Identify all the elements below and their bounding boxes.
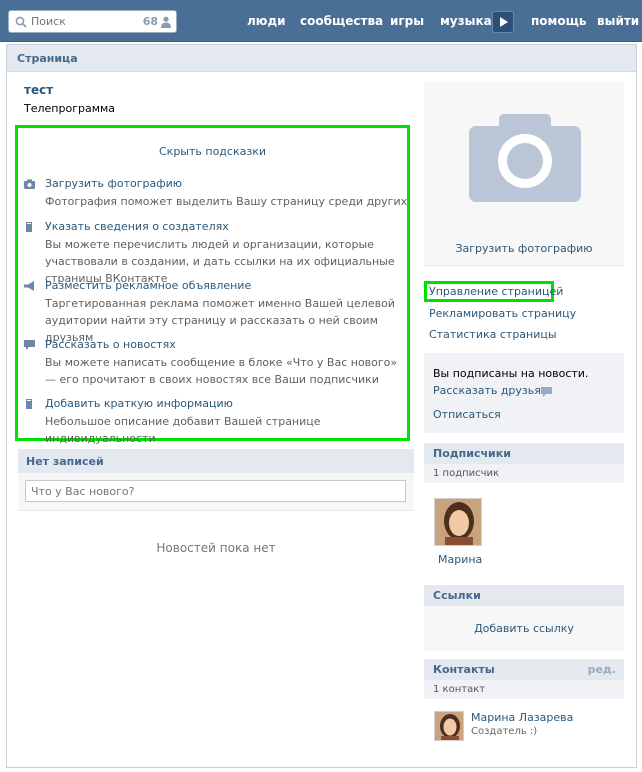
page-container: Страница тест Телепрограмма Скрыть подск…: [6, 44, 637, 768]
wall-post-box: [18, 473, 414, 511]
page-header: Страница: [7, 45, 636, 72]
top-navigation-bar: 68 люди сообщества игры музыка помощь вы…: [0, 0, 642, 42]
play-icon: [500, 17, 508, 27]
nav-help[interactable]: помощь: [531, 14, 586, 28]
contact-item[interactable]: Марина Лазарева Создатель :): [434, 711, 624, 751]
avatar[interactable]: [434, 711, 464, 741]
search-input[interactable]: [31, 14, 131, 29]
speech-bubble-icon: [541, 387, 552, 397]
contact-name[interactable]: Марина Лазарева: [471, 711, 573, 724]
followers-header[interactable]: Подписчики: [424, 443, 624, 464]
page-stats-link[interactable]: Статистика страницы: [429, 328, 557, 341]
wall-header-title: Нет записей: [26, 455, 104, 468]
hints-box: Скрыть подсказки Загрузить фотографию Фо…: [15, 125, 410, 445]
speech-bubble-icon: [24, 340, 35, 350]
page-subtitle: Телепрограмма: [24, 102, 116, 115]
contacts-count-bar: 1 контакт: [424, 680, 624, 699]
nav-games[interactable]: игры: [390, 14, 424, 28]
contacts-header: Контакты ред.: [424, 659, 624, 680]
advertise-page-link[interactable]: Рекламировать страницу: [429, 307, 576, 320]
contacts-header-title: Контакты: [433, 663, 495, 676]
nav-people[interactable]: люди: [247, 14, 286, 28]
links-header: Ссылки: [424, 585, 624, 606]
hint-description: Вы можете написать сообщение в блоке «Чт…: [45, 356, 398, 386]
hint-description: Фотография поможет выделить Вашу страниц…: [45, 195, 408, 208]
followers-count-bar: 1 подписчик: [424, 464, 624, 483]
search-count: 68: [142, 15, 158, 28]
camera-icon: [469, 114, 581, 202]
follower-name[interactable]: Марина: [438, 553, 482, 566]
hide-hints-link[interactable]: Скрыть подсказки: [18, 145, 407, 158]
hint-title[interactable]: Добавить краткую информацию: [45, 397, 233, 410]
hint-description: Небольшое описание добавит Вашей страниц…: [45, 415, 321, 445]
page-title: тест: [24, 83, 54, 97]
document-icon: [26, 399, 32, 409]
wall-post-input[interactable]: [25, 480, 406, 502]
no-news-text: Новостей пока нет: [156, 541, 276, 555]
hint-title[interactable]: Разместить рекламное объявление: [45, 279, 251, 292]
subscription-status: Вы подписаны на новости.: [433, 367, 589, 380]
music-play-button[interactable]: [492, 11, 514, 33]
megaphone-icon: [24, 281, 34, 291]
upload-photo-link[interactable]: Загрузить фотографию: [424, 242, 624, 255]
avatar[interactable]: [434, 498, 482, 546]
nav-logout[interactable]: выйти: [597, 14, 639, 28]
page-photo-box[interactable]: Загрузить фотографию: [424, 82, 624, 266]
followers-header-title: Подписчики: [433, 447, 511, 460]
search-box[interactable]: 68: [8, 10, 177, 33]
hint-title[interactable]: Загрузить фотографию: [45, 177, 182, 190]
nav-music[interactable]: музыка: [440, 14, 492, 28]
camera-icon: [24, 179, 35, 189]
subscription-box: Вы подписаны на новости. Рассказать друз…: [424, 353, 624, 433]
manage-page-label[interactable]: Управление страницей: [429, 285, 563, 298]
contacts-edit-link[interactable]: ред.: [588, 663, 616, 676]
add-link-button[interactable]: Добавить ссылку: [424, 622, 624, 635]
tell-friends-link[interactable]: Рассказать друзьям: [433, 384, 549, 397]
search-icon: [15, 16, 27, 28]
wall-header: Нет записей: [18, 449, 414, 473]
contacts-count: 1 контакт: [433, 684, 486, 695]
followers-count: 1 подписчик: [433, 468, 500, 479]
unsubscribe-link[interactable]: Отписаться: [433, 408, 501, 421]
manage-page-link[interactable]: Управление страницей: [424, 281, 563, 302]
hint-title[interactable]: Рассказать о новостях: [45, 338, 176, 351]
contact-role: Создатель :): [471, 726, 538, 737]
hint-title[interactable]: Указать сведения о создателях: [45, 220, 229, 233]
links-header-title: Ссылки: [433, 589, 481, 602]
links-box: Добавить ссылку: [424, 606, 624, 651]
document-icon: [26, 222, 32, 232]
person-icon: [161, 16, 171, 28]
page-header-title: Страница: [17, 52, 78, 65]
nav-communities[interactable]: сообщества: [300, 14, 383, 28]
